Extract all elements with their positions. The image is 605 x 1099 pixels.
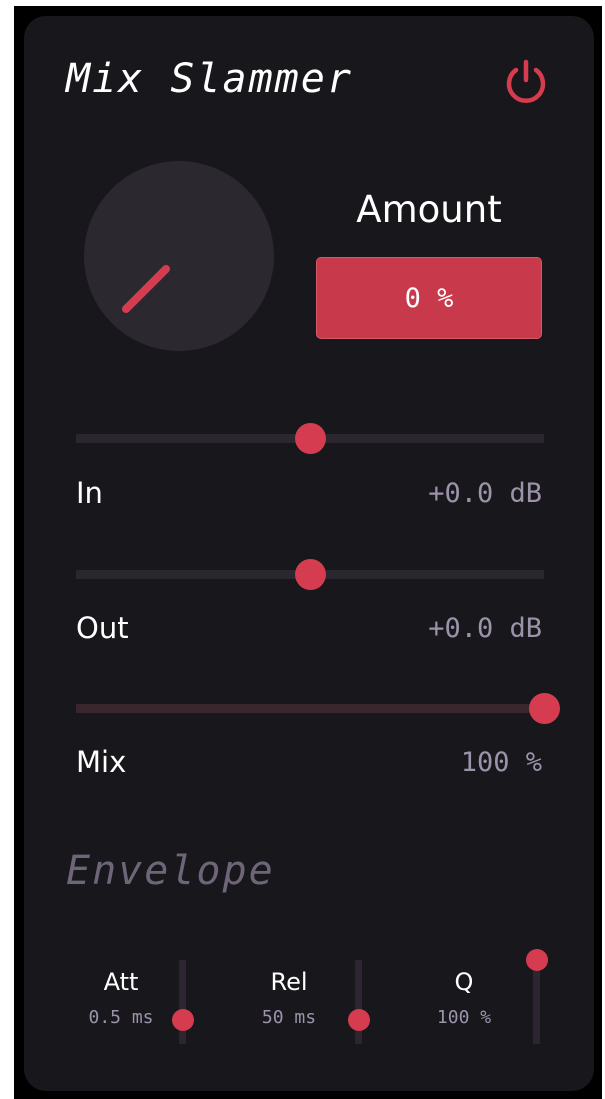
envelope-heading: Envelope [66, 848, 275, 894]
mix-label: Mix [76, 745, 127, 779]
q-value: 100 % [436, 1007, 492, 1028]
amount-knob[interactable] [84, 161, 274, 351]
amount-value-field[interactable]: 0 % [316, 257, 542, 339]
out-slider-thumb[interactable] [295, 559, 326, 590]
att-slider-track [179, 960, 186, 1044]
in-slider[interactable] [76, 423, 544, 454]
amount-label: Amount [356, 188, 502, 231]
q-slider[interactable] [525, 949, 549, 1044]
rel-label: Rel [270, 968, 308, 996]
mix-slider-track [76, 704, 544, 713]
knob-svg [122, 265, 170, 313]
rel-value: 50 ms [261, 1007, 317, 1028]
knob-indicator [122, 265, 170, 313]
in-label: In [76, 476, 103, 510]
mix-value: 100 % [460, 747, 542, 778]
in-slider-thumb[interactable] [295, 423, 326, 454]
rel-slider-thumb[interactable] [348, 1009, 370, 1032]
in-value: +0.0 dB [428, 478, 542, 509]
q-slider-thumb[interactable] [526, 949, 548, 971]
mix-slider[interactable] [76, 693, 560, 724]
att-label: Att [103, 968, 139, 996]
q-slider-track [533, 960, 540, 1044]
rel-slider[interactable] [347, 960, 371, 1044]
att-slider-thumb[interactable] [172, 1009, 194, 1032]
plugin-title: Mix Slammer [66, 56, 353, 102]
out-label: Out [76, 611, 129, 645]
power-button[interactable] [500, 56, 552, 108]
plugin-panel: Mix Slammer Amount 0 % In +0.0 dB Out +0… [24, 16, 594, 1091]
q-label: Q [454, 968, 474, 996]
out-slider[interactable] [76, 559, 544, 590]
power-icon [506, 59, 546, 103]
out-value: +0.0 dB [428, 613, 542, 644]
rel-slider-track [355, 960, 362, 1044]
mix-slider-thumb[interactable] [529, 693, 560, 724]
att-slider[interactable] [171, 960, 195, 1044]
plugin-frame: Mix Slammer Amount 0 % In +0.0 dB Out +0… [14, 6, 602, 1099]
